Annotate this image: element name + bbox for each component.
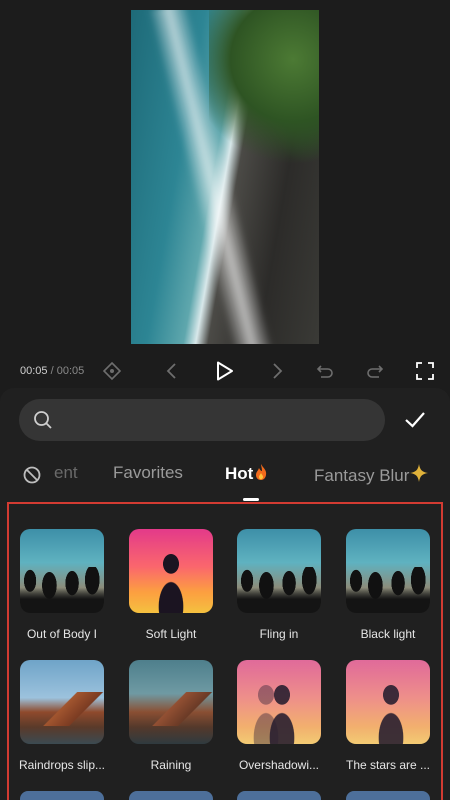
effect-thumbnail [237,529,321,613]
current-time: 00:05 [20,365,48,377]
effect-thumbnail [346,529,430,613]
play-icon[interactable] [213,360,235,382]
effect-thumbnail [129,529,213,613]
effect-card-raindrops-slip[interactable]: Raindrops slip... [17,660,107,772]
playback-controls: 00:05 / 00:05 [0,352,450,390]
tab-fantasy-blur[interactable]: Fantasy Blur [314,463,429,488]
effect-card-peek[interactable] [20,791,104,800]
effect-label: Out of Body I [26,627,98,641]
effect-thumbnail [346,660,430,744]
effect-label: Fling in [259,627,299,641]
search-bar[interactable] [19,399,385,441]
fullscreen-icon[interactable] [414,360,436,382]
total-time: 00:05 [56,365,85,377]
video-preview[interactable] [131,10,319,344]
effect-card-black-light[interactable]: Black light [343,529,433,641]
effect-thumbnail [129,660,213,744]
tab-favorites[interactable]: Favorites [113,463,183,483]
active-tab-indicator [243,498,259,501]
next-frame-icon[interactable] [266,360,288,382]
effect-label: Overshadowi... [238,758,320,772]
time-separator: / [50,365,54,377]
search-input[interactable] [61,411,361,429]
no-entry-icon[interactable] [22,465,42,490]
keyframe-icon[interactable] [101,360,123,382]
effect-thumbnail [237,660,321,744]
tab-hot-label: Hot [225,464,254,483]
search-icon [33,410,53,430]
effect-card-raining[interactable]: Raining [126,660,216,772]
prev-frame-icon[interactable] [161,360,183,382]
effect-category-tabs: ent Favorites Hot Fantasy Blur [0,460,450,494]
effect-label: Soft Light [145,627,197,641]
redo-icon[interactable] [364,360,386,382]
effect-card-peek[interactable] [237,791,321,800]
tab-fantasy-blur-label: Fantasy Blur [314,466,410,485]
tab-hot[interactable]: Hot [225,463,268,486]
effect-card-out-of-body[interactable]: Out of Body I [17,529,107,641]
effect-label: Black light [360,627,416,641]
sparkle-icon [409,463,429,488]
undo-icon[interactable] [314,360,336,382]
effect-thumbnail [20,660,104,744]
fire-icon [254,463,268,486]
effect-card-peek[interactable] [346,791,430,800]
forest [209,10,319,170]
effect-card-overshadowing[interactable]: Overshadowi... [234,660,324,772]
effect-card-soft-light[interactable]: Soft Light [126,529,216,641]
effect-thumbnail [20,529,104,613]
confirm-icon[interactable] [403,408,431,432]
tab-partial[interactable]: ent [54,463,78,483]
effect-label: Raindrops slip... [18,758,106,772]
effect-card-the-stars-are[interactable]: The stars are ... [343,660,433,772]
effect-label: Raining [150,758,192,772]
effect-card-peek[interactable] [129,791,213,800]
video-preview-area [0,0,450,350]
timecode: 00:05 / 00:05 [20,365,84,377]
effect-card-fling-in[interactable]: Fling in [234,529,324,641]
effect-label: The stars are ... [345,758,431,772]
